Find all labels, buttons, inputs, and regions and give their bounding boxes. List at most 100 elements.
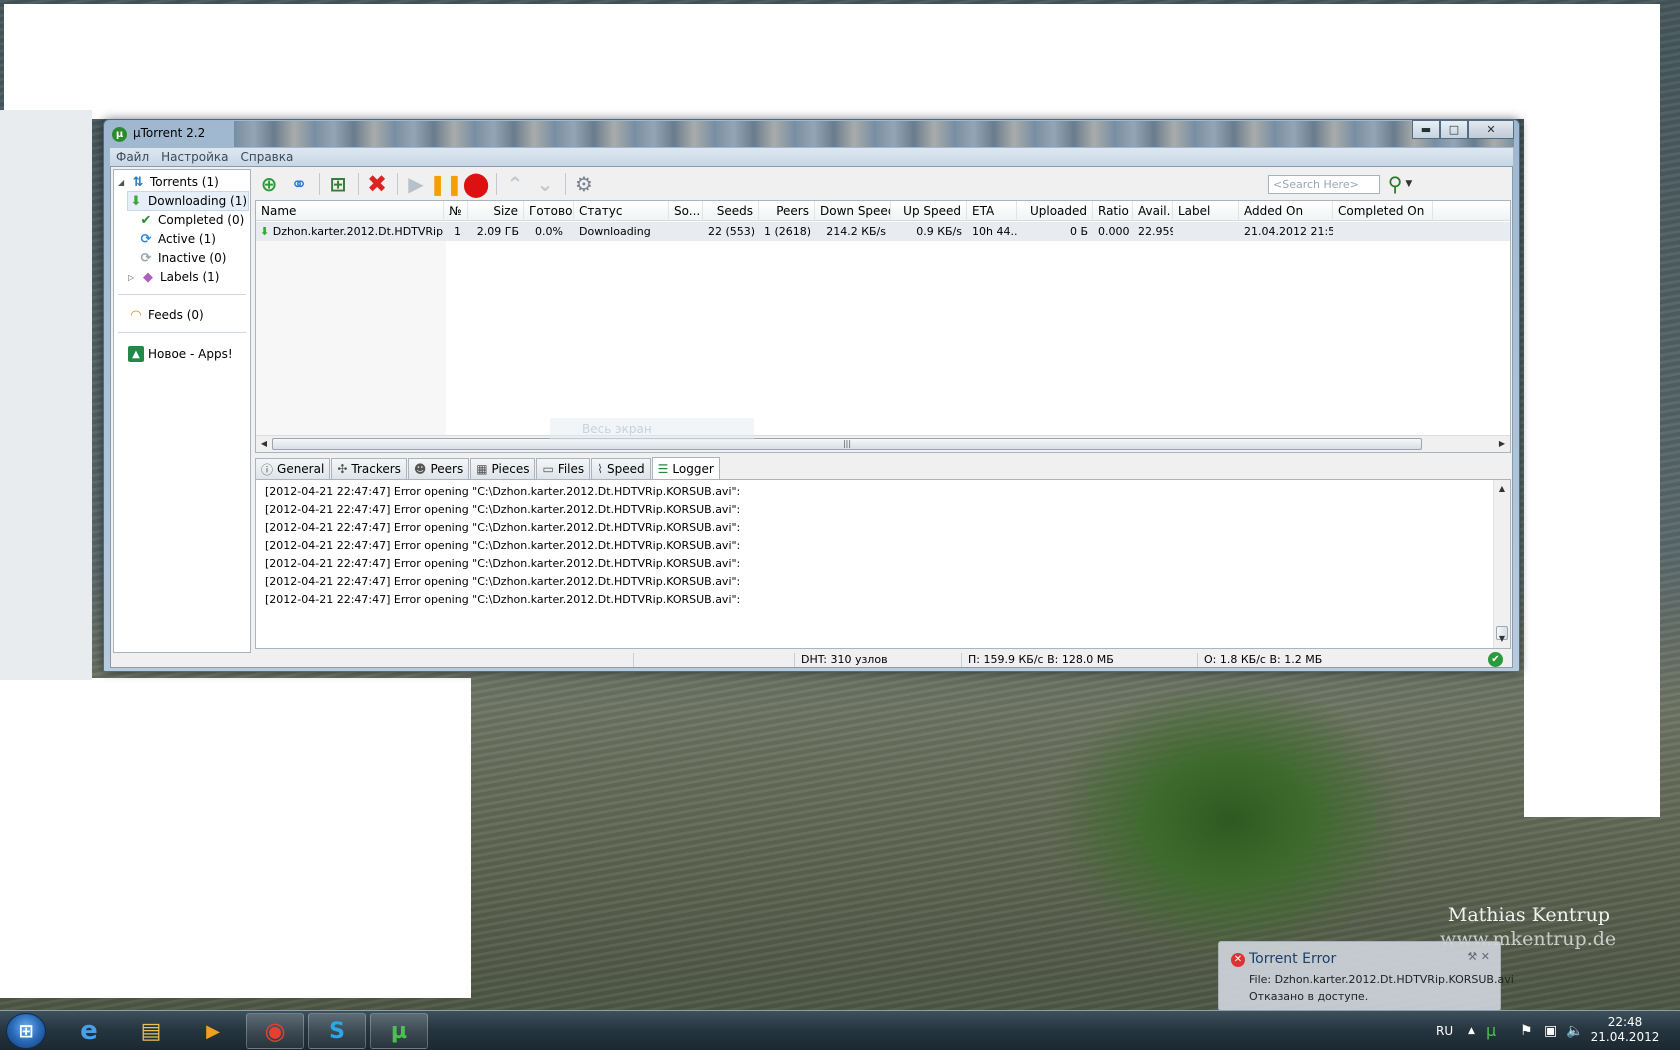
status-upload[interactable]: О: 1.8 КБ/с В: 1.2 МБ [1197,653,1322,667]
column-header-source[interactable]: So... [669,201,703,221]
skype-icon[interactable]: S [308,1013,366,1049]
menu-settings[interactable]: Настройка [155,148,234,166]
vertical-scrollbar[interactable]: ▲ ▼ [1493,480,1510,648]
tab-files[interactable]: ▭ Files [536,458,591,479]
name-column-background [256,241,446,436]
sidebar-item-torrents[interactable]: ◢ ⇅ Torrents (1) [118,173,219,191]
torrent-availability: 22.959 [1138,225,1173,238]
horizontal-scroll-thumb[interactable]: ||| [272,438,1422,450]
search-magnifier-icon[interactable]: ⚲ ▼ [1383,171,1417,197]
title-bar[interactable]: µ µTorrent 2.2 ▬ □ ✕ [104,120,1519,148]
column-header-ratio[interactable]: Ratio [1093,201,1133,221]
pause-icon[interactable]: ❚❚ [429,171,463,197]
scroll-left-arrow-icon[interactable]: ◀ [257,438,271,450]
show-hidden-icons-icon[interactable]: ▲ [1468,1011,1475,1050]
file-explorer-icon[interactable]: ▤ [122,1013,180,1049]
menu-file[interactable]: Файл [110,148,155,166]
sidebar-label-active: Active (1) [158,232,216,246]
sidebar-item-apps[interactable]: ▲ Новое - Apps! [128,345,233,363]
column-header-seeds[interactable]: Seeds [703,201,759,221]
tab-speed[interactable]: ⌇ Speed [591,458,651,479]
toolbar-separator [319,173,320,195]
internet-explorer-icon[interactable]: e [60,1013,118,1049]
column-header-uploaded[interactable]: Uploaded [1017,201,1093,221]
tab-trackers[interactable]: ✣ Trackers [331,458,407,479]
column-header-status[interactable]: Статус [574,201,669,221]
add-torrent-url-icon[interactable]: ⚭ [285,171,313,197]
checkmark-icon: ✔ [140,212,152,228]
add-torrent-icon[interactable]: ⊕ [255,171,283,197]
utorrent-tray-icon[interactable]: µ [1486,1011,1496,1050]
logger-lines-icon: ☰ [657,461,669,476]
column-header-size[interactable]: Size [468,201,524,221]
sidebar-item-downloading[interactable]: ⬇ Downloading (1) [127,191,249,211]
scroll-up-arrow-icon[interactable]: ▲ [1494,482,1510,496]
column-header-added-on[interactable]: Added On [1239,201,1333,221]
white-region-left [0,110,92,680]
move-up-icon[interactable]: ⌃ [501,171,529,197]
preferences-gear-icon[interactable]: ⚙ [570,171,598,197]
notification-tools-icon[interactable]: ⚒ ✕ [1467,950,1490,963]
notification-title: Torrent Error [1249,951,1337,967]
action-center-flag-icon[interactable]: ⚑ [1520,1011,1533,1050]
scroll-right-arrow-icon[interactable]: ▶ [1495,438,1509,450]
horizontal-scrollbar[interactable]: ◀ ||| ▶ [256,435,1510,452]
table-row[interactable]: ⬇ Dzhon.karter.2012.Dt.HDTVRip.... 1 2.0… [256,222,1510,241]
sidebar-item-inactive[interactable]: ⟳ Inactive (0) [138,249,227,267]
close-button[interactable]: ✕ [1468,120,1514,139]
column-header-up-speed[interactable]: Up Speed [891,201,967,221]
column-header-peers[interactable]: Peers [759,201,815,221]
tab-logger[interactable]: ☰ Logger [651,457,720,479]
scroll-down-arrow-icon[interactable]: ▼ [1494,632,1510,646]
chrome-icon[interactable]: ◉ [246,1013,304,1049]
remove-torrent-icon[interactable]: ✖ [363,170,391,198]
expand-triangle-icon[interactable]: ▷ [128,273,138,282]
sidebar-item-completed[interactable]: ✔ Completed (0) [138,211,245,229]
stop-icon[interactable]: ⬤ [462,170,490,198]
tab-general[interactable]: ⓘ General [255,458,331,479]
sidebar-label-torrents: Torrents (1) [150,175,219,189]
column-header-done[interactable]: Готово [524,201,574,221]
torrent-up-speed: 0.9 КБ/s [916,225,962,238]
torrent-source [669,222,703,241]
language-indicator[interactable]: RU [1436,1011,1453,1050]
collapse-triangle-icon[interactable]: ◢ [118,178,128,187]
start-play-icon[interactable]: ▶ [402,171,430,197]
column-header-eta[interactable]: ETA [967,201,1017,221]
create-torrent-icon[interactable]: ⊞ [324,171,352,197]
tab-label-pieces: Pieces [491,462,530,476]
column-header-down-speed[interactable]: Down Speed [815,201,891,221]
minimize-button[interactable]: ▬ [1412,120,1440,139]
column-header-label[interactable]: Label [1173,201,1239,221]
start-button-icon[interactable]: ⊞ [6,1013,46,1049]
peers-icon: ☻ [413,462,427,476]
network-ok-icon[interactable]: ✔ [1488,652,1503,667]
column-header-number[interactable]: № [444,201,468,221]
sidebar-divider [118,332,246,333]
menu-bar: Файл Настройка Справка [110,148,1513,166]
volume-speaker-icon[interactable]: 🔈 [1566,1011,1583,1050]
column-header-name[interactable]: Name [256,201,444,221]
utorrent-taskbar-icon[interactable]: µ [370,1013,428,1049]
tab-label-peers: Peers [430,462,464,476]
info-icon: ⓘ [261,462,274,477]
column-header-completed-on[interactable]: Completed On [1333,201,1433,221]
tray-clock[interactable]: 22:48 21.04.2012 [1590,1015,1660,1045]
log-line: [2012-04-21 22:47:47] Error opening "C:\… [265,485,741,498]
sidebar-item-active[interactable]: ⟳ Active (1) [138,230,216,248]
status-download[interactable]: П: 159.9 КБ/с В: 128.0 МБ [961,653,1114,667]
tab-peers[interactable]: ☻ Peers [407,458,470,479]
menu-help[interactable]: Справка [234,148,299,166]
network-icon[interactable]: ▣ [1544,1011,1557,1050]
maximize-button[interactable]: □ [1440,120,1468,139]
media-player-icon[interactable]: ▶ [184,1013,242,1049]
status-dht[interactable]: DHT: 310 узлов [794,653,888,667]
move-down-icon[interactable]: ⌄ [531,171,559,197]
column-header-availability[interactable]: Avail. [1133,201,1173,221]
torrent-error-notification[interactable]: ✕ Torrent Error ⚒ ✕ File: Dzhon.karter.2… [1218,941,1514,1011]
tab-pieces[interactable]: ▦ Pieces [470,458,536,479]
label-tag-icon: ◆ [143,269,153,285]
sidebar-item-feeds[interactable]: ◠ Feeds (0) [128,306,204,324]
search-input[interactable]: <Search Here> [1268,175,1380,194]
sidebar-item-labels[interactable]: ▷ ◆ Labels (1) [128,268,219,286]
